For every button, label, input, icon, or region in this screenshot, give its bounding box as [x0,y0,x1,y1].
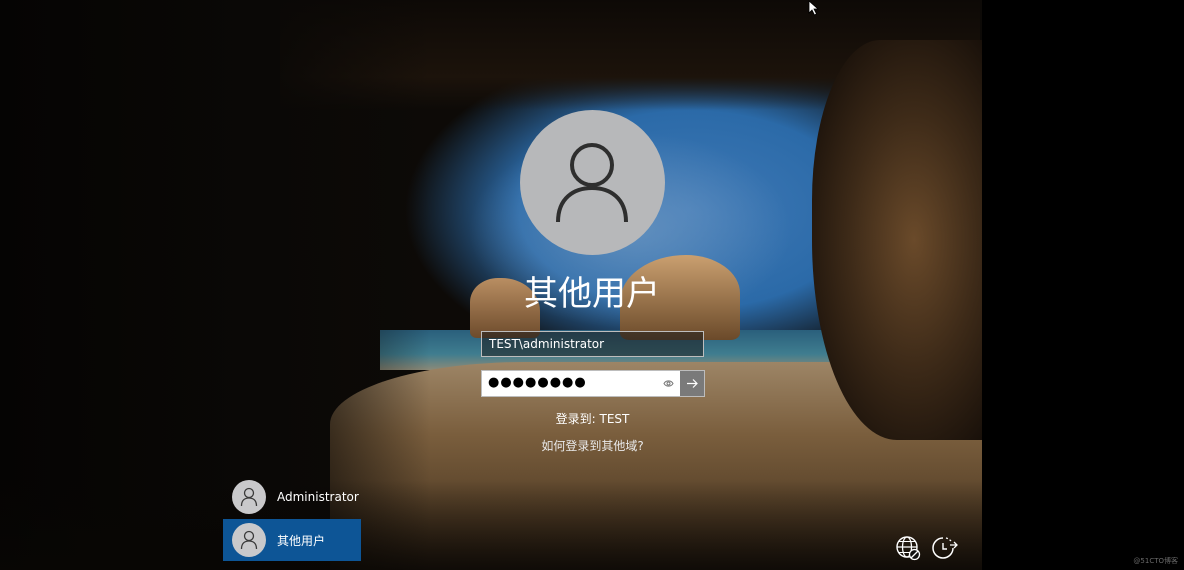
user-list-item-administrator[interactable]: Administrator [223,476,361,518]
user-silhouette-icon [556,143,628,223]
signin-domain-text: 登录到: TEST [555,412,630,426]
submit-button[interactable] [680,371,704,396]
mouse-cursor-icon [808,0,820,20]
user-silhouette-icon [240,530,258,550]
user-avatar [520,110,665,255]
cave-wall-right [812,40,982,440]
network-icon[interactable] [895,535,921,565]
ease-of-access-icon[interactable] [931,535,959,565]
password-mask: ●●●●●●●● [488,375,587,390]
other-domain-link[interactable]: 如何登录到其他域? [482,437,703,454]
bottom-shadow [0,480,982,570]
eye-icon[interactable] [663,377,674,393]
user-list-item-other-user[interactable]: 其他用户 [223,519,361,561]
arrow-right-icon [686,379,698,388]
password-field[interactable]: ●●●●●●●● [482,371,680,396]
user-silhouette-icon [240,487,258,507]
lock-screen-background: 其他用户 TEST\administrator ●●●●●●●● 登录到: TE… [0,0,982,570]
avatar [232,480,266,514]
user-list-item-label: Administrator [277,490,359,504]
username-field[interactable]: TEST\administrator [481,331,704,357]
password-box: ●●●●●●●● [481,370,705,397]
avatar [232,523,266,557]
user-display-name: 其他用户 [524,274,660,314]
watermark: @51CTO博客 [1133,557,1178,565]
user-list-item-label: 其他用户 [277,533,326,548]
